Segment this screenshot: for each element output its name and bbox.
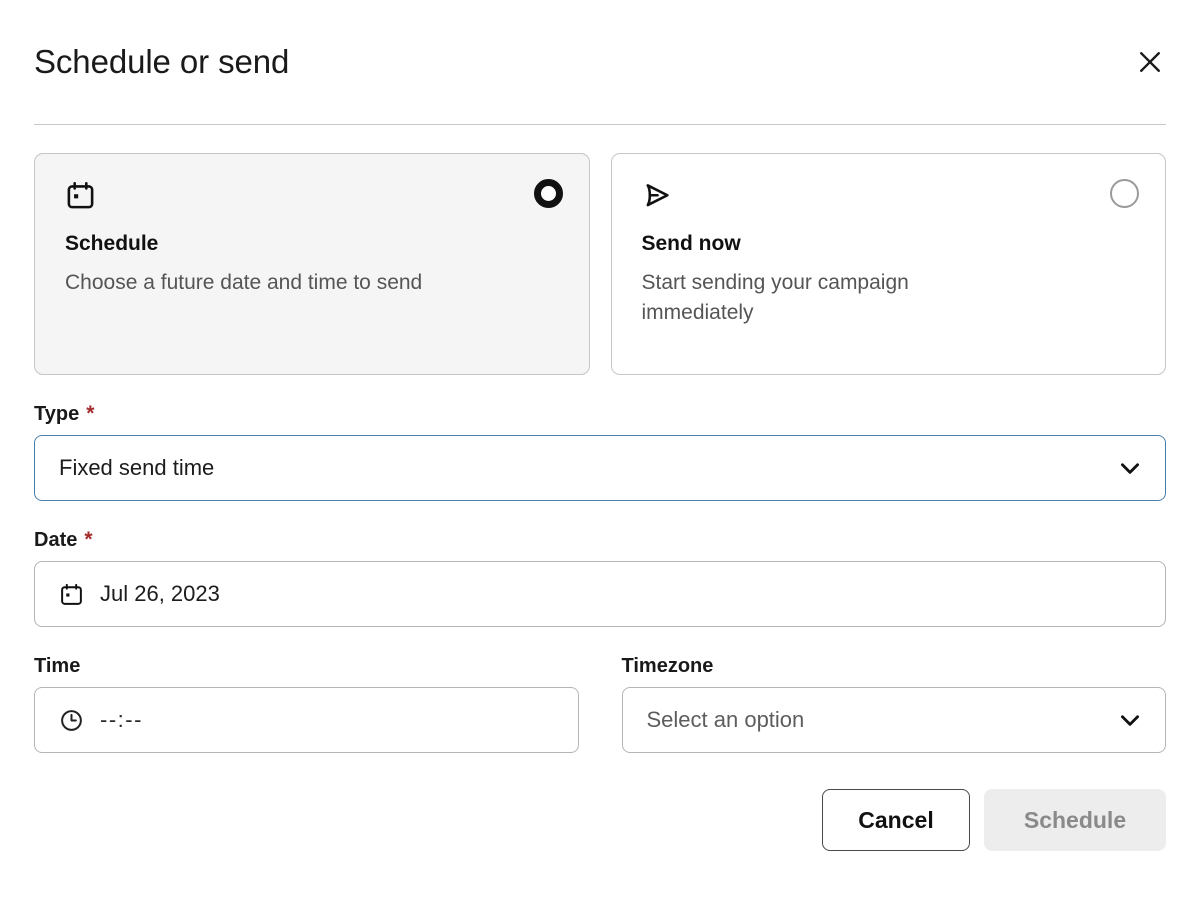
chevron-down-icon	[1117, 707, 1143, 733]
label-time-text: Time	[34, 654, 80, 678]
calendar-icon	[65, 180, 563, 214]
close-icon	[1135, 47, 1165, 77]
date-input-value: Jul 26, 2023	[100, 581, 1143, 607]
field-timezone: Timezone Select an option	[622, 654, 1167, 753]
send-option-group: Schedule Choose a future date and time t…	[34, 153, 1166, 375]
dialog-header: Schedule or send	[34, 0, 1166, 125]
dialog-footer: Cancel Schedule	[34, 789, 1166, 851]
radio-schedule[interactable]	[534, 179, 563, 208]
required-marker-date: *	[84, 529, 92, 550]
required-marker-type: *	[86, 403, 94, 424]
field-time: Time --:--	[34, 654, 579, 753]
option-card-schedule[interactable]: Schedule Choose a future date and time t…	[34, 153, 590, 375]
option-title-send-now: Send now	[642, 231, 1140, 256]
label-timezone-text: Timezone	[622, 654, 714, 678]
timezone-select-placeholder: Select an option	[647, 707, 1102, 733]
option-description-schedule: Choose a future date and time to send	[65, 268, 440, 298]
time-input[interactable]: --:--	[34, 687, 579, 753]
option-card-send-now[interactable]: Send now Start sending your campaign imm…	[611, 153, 1167, 375]
date-input[interactable]: Jul 26, 2023	[34, 561, 1166, 627]
schedule-button[interactable]: Schedule	[984, 789, 1166, 851]
option-title-schedule: Schedule	[65, 231, 563, 256]
calendar-icon	[59, 582, 84, 607]
close-button[interactable]	[1128, 40, 1172, 84]
field-date: Date * Jul 26, 2023	[34, 528, 1166, 627]
field-type: Type * Fixed send time	[34, 402, 1166, 501]
type-select-value: Fixed send time	[59, 455, 1101, 481]
label-type: Type *	[34, 402, 1166, 426]
label-time: Time	[34, 654, 579, 678]
schedule-or-send-dialog: Schedule or send Schedule	[0, 0, 1200, 912]
page-title: Schedule or send	[34, 44, 289, 80]
cancel-button[interactable]: Cancel	[822, 789, 970, 851]
send-icon	[642, 180, 1140, 214]
type-select[interactable]: Fixed send time	[34, 435, 1166, 501]
radio-send-now[interactable]	[1110, 179, 1139, 208]
label-date: Date *	[34, 528, 1166, 552]
label-date-text: Date	[34, 528, 77, 552]
option-description-send-now: Start sending your campaign immediately	[642, 268, 1017, 328]
time-input-placeholder: --:--	[100, 707, 143, 733]
timezone-select[interactable]: Select an option	[622, 687, 1167, 753]
clock-icon	[59, 708, 84, 733]
label-timezone: Timezone	[622, 654, 1167, 678]
time-timezone-row: Time --:-- Timezone	[34, 654, 1166, 753]
chevron-down-icon	[1117, 455, 1143, 481]
label-type-text: Type	[34, 402, 79, 426]
